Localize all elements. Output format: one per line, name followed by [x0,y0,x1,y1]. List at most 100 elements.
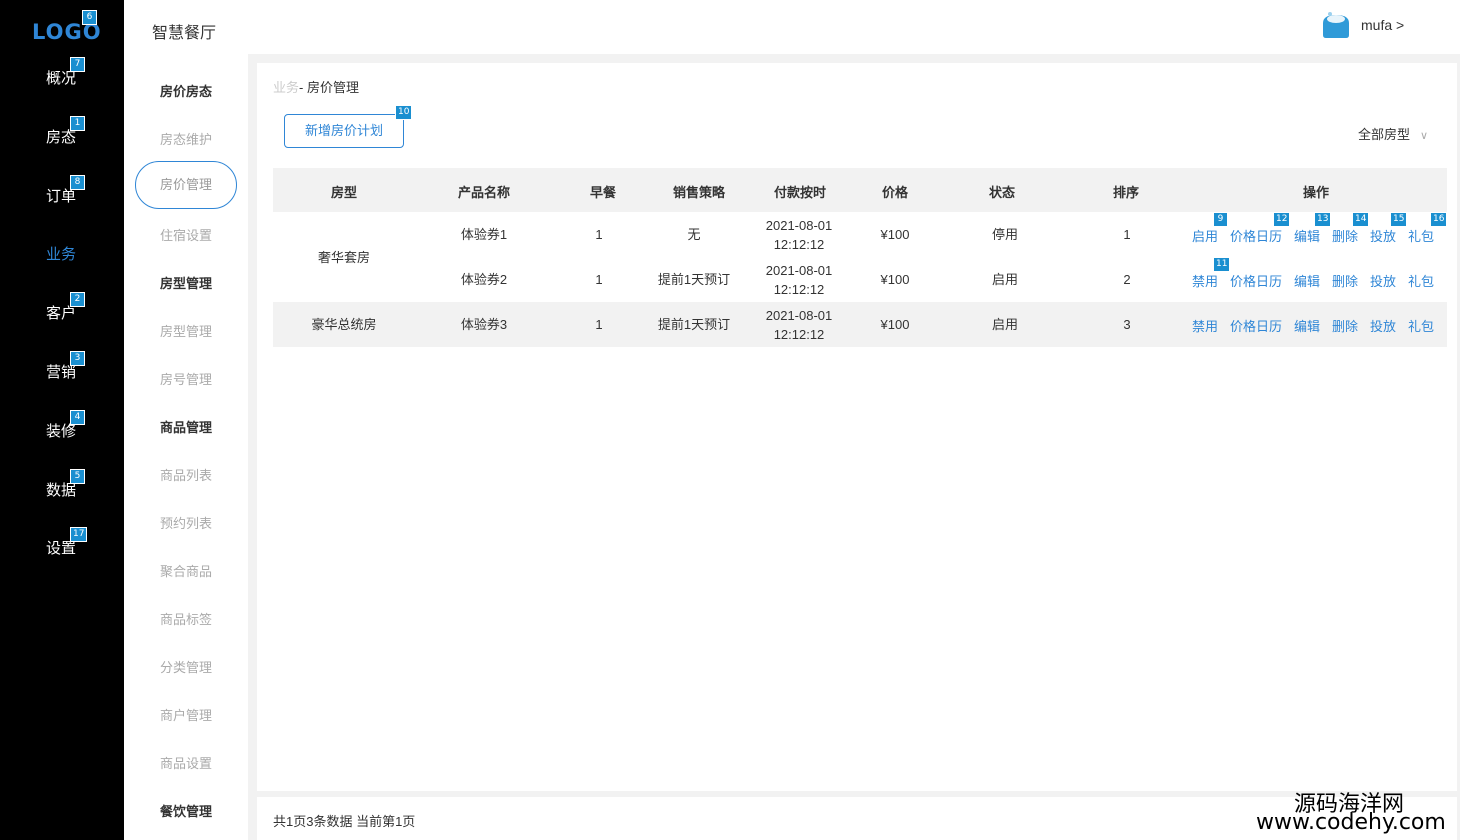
subnav-item-room-number-management[interactable]: 房号管理 [124,369,248,388]
subnav-item-aggregate-products[interactable]: 聚合商品 [124,561,248,580]
cell-strategy: 提前1天预订 [657,272,731,287]
action-badge: 13 [1314,212,1332,227]
edit-link[interactable]: 编辑 [1294,316,1320,335]
room-type-select-value: 全部房型 [1358,127,1411,142]
delete-link[interactable]: 删除 [1332,226,1358,245]
cell-product: 体验券1 [460,227,508,242]
gift-pack-link[interactable]: 礼包 [1408,226,1434,245]
pay-time: 12:12:12 [773,327,825,342]
column-header: 房型 [330,185,358,200]
nav-item-business[interactable]: 业务 [46,243,76,264]
cell-status: 启用 [991,272,1019,287]
enable-link[interactable]: 启用 [1192,226,1218,245]
action-badge: 9 [1213,212,1228,227]
cell-room-type: 奢华套房 [317,250,371,265]
cell-price: ¥100 [880,317,910,332]
column-header: 排序 [1112,185,1140,200]
column-header: 操作 [1302,185,1330,200]
cell-sort: 1 [1123,227,1131,242]
cell-breakfast: 1 [595,227,603,242]
action-badge: 15 [1390,212,1408,227]
subnav-item-room-status-maintenance[interactable]: 房态维护 [124,129,248,148]
chevron-down-icon: ∨ [1420,130,1429,142]
column-header: 状态 [988,185,1016,200]
cell-status: 启用 [991,317,1019,332]
delete-link[interactable]: 删除 [1332,316,1358,335]
cell-strategy: 无 [687,227,701,242]
column-header: 价格 [881,185,909,200]
cell-sort: 3 [1123,317,1131,332]
subnav-group-dining: 餐饮管理 [159,804,212,819]
cell-price: ¥100 [880,227,910,242]
nav-badge: 4 [70,410,85,425]
cell-strategy: 提前1天预订 [657,317,731,332]
subnav-item-category-management[interactable]: 分类管理 [124,657,248,676]
disable-link[interactable]: 禁用 [1192,271,1218,290]
cell-sort: 2 [1123,272,1131,287]
nav-badge: 7 [70,57,85,72]
app-title: 智慧餐厅 [152,25,217,42]
subnav-group-rate-status: 房价房态 [159,84,212,99]
logo-badge: 6 [82,10,97,25]
action-badge: 11 [1213,257,1231,272]
breadcrumb-parent[interactable]: 业务 [273,80,299,95]
subnav-item-stay-settings[interactable]: 住宿设置 [124,225,248,244]
subnav-item-product-list[interactable]: 商品列表 [124,465,248,484]
cell-product: 体验券2 [460,272,508,287]
column-header: 早餐 [589,185,617,200]
table-row-group: 奢华套房 体验券1 1 无 2021-08-01 12:12:12 ¥100 停… [273,212,1448,302]
action-badge: 12 [1273,212,1291,227]
room-type-select[interactable]: 全部房型 ∨ [1358,124,1428,143]
main-panel: 业务- 房价管理 新增房价计划 10 全部房型 ∨ 房型 产品名称 早餐 销售策略… [257,63,1457,791]
nav-badge: 3 [70,351,85,366]
cell-pay-time: 2021-08-01 12:12:12 [766,306,833,344]
pay-date: 2021-08-01 [765,218,833,233]
watermark-url: www.codehy.com [1256,810,1446,835]
cell-status: 停用 [991,227,1019,242]
publish-link[interactable]: 投放 [1370,226,1396,245]
nav-badge: 8 [70,175,85,190]
column-header: 付款按时 [773,185,827,200]
edit-link[interactable]: 编辑 [1294,226,1320,245]
pay-time: 12:12:12 [773,282,825,297]
cell-breakfast: 1 [595,317,603,332]
avatar-icon[interactable] [1321,11,1351,39]
publish-link[interactable]: 投放 [1370,271,1396,290]
add-rate-plan-button[interactable]: 新增房价计划 [284,114,404,148]
nav-badge: 1 [70,116,85,131]
cell-price: ¥100 [880,272,910,287]
price-calendar-link[interactable]: 价格日历 [1230,271,1282,290]
pay-date: 2021-08-01 [765,308,833,323]
subnav-item-product-tags[interactable]: 商品标签 [124,609,248,628]
column-header: 产品名称 [457,185,511,200]
subnav-item-merchant-management[interactable]: 商户管理 [124,705,248,724]
subnav-item-reservation-list[interactable]: 预约列表 [124,513,248,532]
nav-badge: 5 [70,469,85,484]
subnav-item-rate-management[interactable]: 房价管理 [135,161,237,209]
disable-link[interactable]: 禁用 [1192,316,1218,335]
main-sidebar: LOGO 6 概况 7 房态 1 订单 8 业务 客户 2 营销 3 装修 4 … [0,0,124,840]
price-calendar-link[interactable]: 价格日历 [1230,226,1282,245]
cell-room-type: 豪华总统房 [311,317,377,332]
nav-badge: 17 [70,527,88,542]
price-calendar-link[interactable]: 价格日历 [1230,316,1282,335]
breadcrumb-current: - 房价管理 [299,80,359,95]
table-header: 房型 产品名称 早餐 销售策略 付款按时 价格 状态 排序 操作 [273,168,1447,212]
pay-time: 12:12:12 [773,237,825,252]
user-menu[interactable]: mufa > [1361,17,1404,33]
subnav-item-room-type-management[interactable]: 房型管理 [124,321,248,340]
cell-pay-time: 2021-08-01 12:12:12 [766,216,833,254]
nav-badge: 2 [70,292,85,307]
subnav-group-products: 商品管理 [159,420,212,435]
top-bar: 智慧餐厅 mufa > [124,0,1460,54]
column-header: 销售策略 [672,185,726,200]
edit-link[interactable]: 编辑 [1294,271,1320,290]
action-badge: 16 [1430,212,1448,227]
subnav-item-product-settings[interactable]: 商品设置 [124,753,248,772]
cell-breakfast: 1 [595,272,603,287]
gift-pack-link[interactable]: 礼包 [1408,316,1434,335]
gift-pack-link[interactable]: 礼包 [1408,271,1434,290]
breadcrumb: 业务- 房价管理 [273,77,359,96]
delete-link[interactable]: 删除 [1332,271,1358,290]
publish-link[interactable]: 投放 [1370,316,1396,335]
